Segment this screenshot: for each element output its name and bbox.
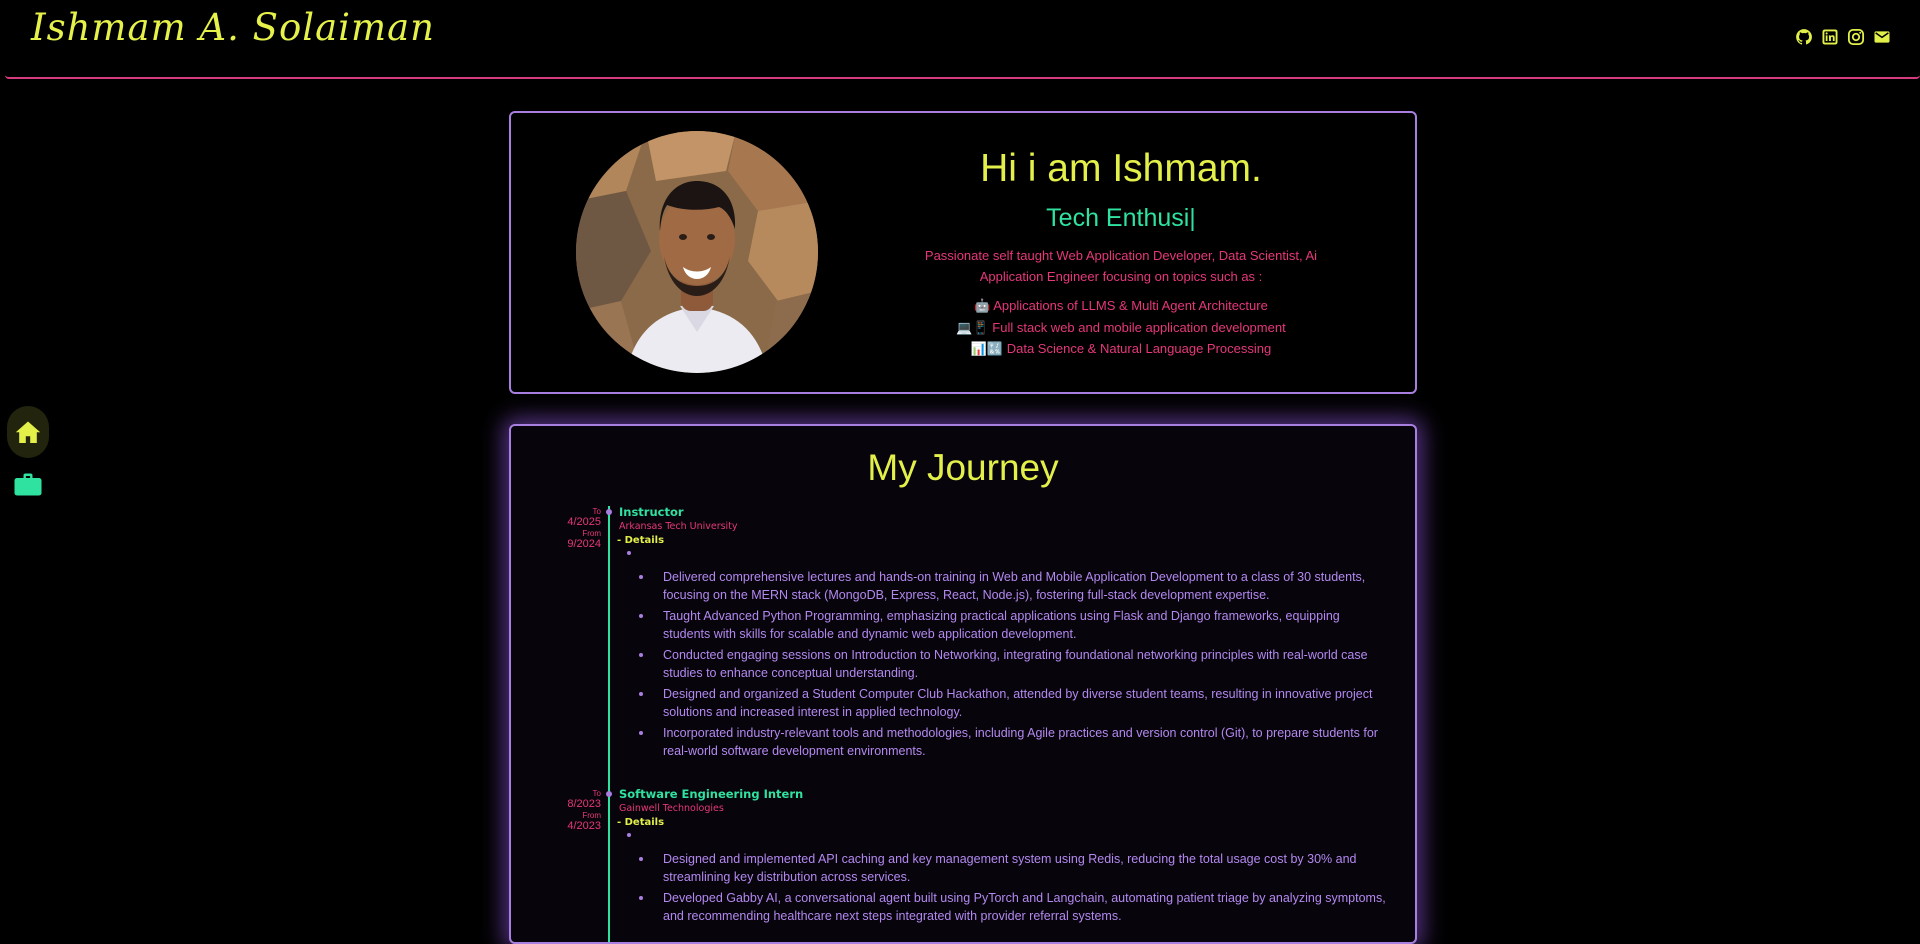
timeline-dot <box>606 509 612 515</box>
date-range: To 8/2023 From 4/2023 <box>551 789 601 833</box>
to-label: To <box>592 789 601 798</box>
topic-item: 📊🔣 Data Science & Natural Language Proce… <box>970 341 1272 356</box>
hero-description: Passionate self taught Web Application D… <box>924 248 1318 284</box>
nav-home-button[interactable] <box>7 406 49 458</box>
job-bullet: Delivered comprehensive lectures and han… <box>619 568 1389 604</box>
topic-item: 🤖 Applications of LLMS & Multi Agent Arc… <box>974 298 1268 313</box>
to-label: To <box>592 507 601 516</box>
hero-card: Hi i am Ishmam. Tech Enthusi| Passionate… <box>509 111 1417 394</box>
to-date: 4/2025 <box>567 516 601 528</box>
typed-role-text: Tech Enthusi| <box>1046 204 1196 232</box>
site-logo[interactable]: Ishmam A. Solaiman <box>31 6 435 49</box>
email-link[interactable] <box>1873 28 1891 46</box>
journey-card: My Journey To 4/2025 From 9/2024 Instruc… <box>509 424 1417 944</box>
timeline-line <box>608 506 610 942</box>
profile-photo <box>576 131 818 373</box>
job-details: Instructor Arkansas Tech University - De… <box>617 505 1389 763</box>
instagram-link[interactable] <box>1847 28 1865 46</box>
from-date: 9/2024 <box>567 538 601 550</box>
job-bullet: Incorporated industry-relevant tools and… <box>619 724 1389 760</box>
job-organization: Gainwell Technologies <box>619 803 724 814</box>
job-role: Software Engineering Intern <box>619 787 804 801</box>
job-bullet: Developed Gabby AI, a conversational age… <box>619 889 1389 925</box>
timeline-dot <box>606 791 612 797</box>
instagram-icon <box>1847 28 1865 46</box>
job-role: Instructor <box>619 505 684 519</box>
topic-list: 🤖 Applications of LLMS & Multi Agent Arc… <box>911 295 1331 360</box>
mail-icon <box>1873 28 1891 46</box>
home-icon <box>15 420 41 444</box>
bullet-marker <box>627 833 631 837</box>
side-nav <box>7 406 49 510</box>
linkedin-link[interactable] <box>1821 28 1839 46</box>
job-bullet: Designed and implemented API caching and… <box>619 850 1389 886</box>
site-header: Ishmam A. Solaiman <box>5 0 1920 79</box>
details-toggle[interactable]: - Details <box>617 533 1389 549</box>
hero-intro: Hi i am Ishmam. Tech Enthusi| Passionate… <box>911 113 1331 360</box>
from-label: From <box>582 811 601 820</box>
from-label: From <box>582 529 601 538</box>
briefcase-icon <box>14 472 42 496</box>
bullet-marker <box>627 551 631 555</box>
job-bullet: Conducted engaging sessions on Introduct… <box>619 646 1389 682</box>
nav-experience-button[interactable] <box>7 458 49 510</box>
job-bullet: Taught Advanced Python Programming, emph… <box>619 607 1389 643</box>
details-toggle[interactable]: - Details <box>617 815 1389 831</box>
date-range: To 4/2025 From 9/2024 <box>551 507 601 551</box>
job-bullet-list: Designed and implemented API caching and… <box>619 850 1389 925</box>
to-date: 8/2023 <box>567 798 601 810</box>
linkedin-icon <box>1821 28 1839 46</box>
from-date: 4/2023 <box>567 820 601 832</box>
job-bullet: Designed and organized a Student Compute… <box>619 685 1389 721</box>
job-details: Software Engineering Intern Gainwell Tec… <box>617 787 1389 928</box>
github-link[interactable] <box>1795 28 1813 46</box>
job-organization: Arkansas Tech University <box>619 521 738 532</box>
github-icon <box>1795 28 1813 46</box>
job-bullet-list: Delivered comprehensive lectures and han… <box>619 568 1389 760</box>
hero-greeting: Hi i am Ishmam. <box>980 147 1262 190</box>
social-links <box>1795 28 1891 46</box>
journey-title: My Journey <box>867 447 1059 488</box>
topic-item: 💻📱 Full stack web and mobile application… <box>956 319 1286 335</box>
